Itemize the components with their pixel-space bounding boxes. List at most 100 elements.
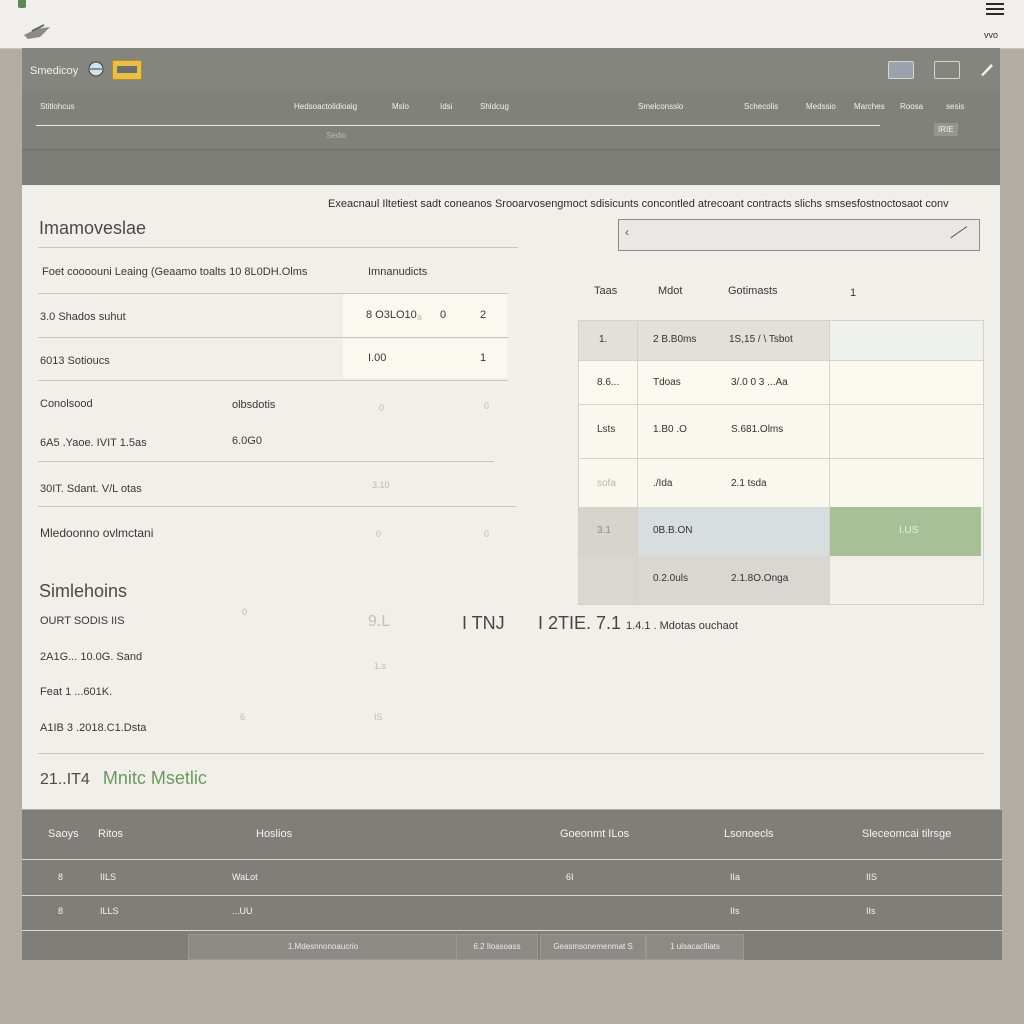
menu-icon[interactable] bbox=[986, 0, 1004, 18]
footer-header[interactable]: Hoslios bbox=[256, 828, 292, 840]
divider bbox=[36, 125, 880, 126]
row-value: 1.s bbox=[374, 661, 387, 671]
edit-icon[interactable] bbox=[978, 60, 996, 83]
grid-cell[interactable]: 1. bbox=[599, 334, 607, 345]
row-value: 9.L bbox=[368, 613, 391, 630]
metric-value: 21..IT4 bbox=[40, 771, 90, 788]
divider bbox=[38, 380, 508, 381]
column-header[interactable]: Roosa bbox=[900, 102, 923, 111]
window-tag: vvo bbox=[984, 30, 999, 40]
column-header[interactable]: Stitlohcus bbox=[40, 102, 75, 111]
footer-cell[interactable]: ILLS bbox=[100, 906, 119, 916]
divider bbox=[38, 461, 494, 462]
grid-cell[interactable]: 3/.0 0 3 ...Aa bbox=[731, 377, 788, 388]
divider bbox=[38, 337, 508, 338]
column-header[interactable]: Schecolis bbox=[744, 102, 778, 111]
row-value: olbsdotis bbox=[232, 399, 276, 411]
row-label: A1IB 3 .2018.C1.Dsta bbox=[40, 722, 147, 734]
row-label: 30IT. Sdant. V/L otas bbox=[40, 483, 142, 495]
footer-cell[interactable]: 6I bbox=[566, 872, 574, 882]
row-value: IS bbox=[374, 712, 383, 722]
divider bbox=[22, 859, 1002, 860]
divider bbox=[38, 753, 984, 754]
footer-header[interactable]: Lsonoecls bbox=[724, 828, 774, 840]
row-value: 8 O3LO10 bbox=[366, 309, 417, 321]
grid-cell[interactable]: 1S,15 / \ Tsbot bbox=[729, 334, 793, 345]
divider bbox=[38, 247, 518, 248]
grid-header[interactable]: Gotimasts bbox=[728, 285, 778, 297]
metric-label: Mnitc Msetlic bbox=[102, 768, 207, 788]
grid-cell[interactable]: 3.1 bbox=[597, 525, 611, 536]
globe-icon[interactable] bbox=[86, 60, 106, 83]
footer-cell[interactable]: IIs bbox=[866, 906, 876, 916]
chevron-left-icon: ‹ bbox=[625, 225, 629, 239]
toolbar: Smedicoy bbox=[22, 48, 1000, 93]
pager-button[interactable]: 6.2 Iloasoass bbox=[456, 934, 538, 960]
column-header[interactable]: sesis bbox=[946, 102, 964, 111]
window-icon[interactable] bbox=[888, 61, 914, 79]
row-value: 0 bbox=[376, 529, 382, 539]
column-header[interactable]: Marches bbox=[854, 102, 885, 111]
highlight-value: I.US bbox=[899, 525, 919, 536]
row-value: 0 bbox=[440, 309, 447, 321]
row-value: 1 bbox=[480, 352, 487, 364]
pager-button[interactable]: 1 ulsacaclliats bbox=[646, 934, 744, 960]
column-header[interactable]: Shldcug bbox=[480, 102, 509, 111]
footer-cell[interactable]: 8 bbox=[58, 872, 63, 882]
row-value: 6 bbox=[240, 712, 246, 722]
footer-cell[interactable]: 8 bbox=[58, 906, 63, 916]
footer-header[interactable]: Sleceomcai tilrsge bbox=[862, 828, 951, 840]
section-title: Imamoveslae bbox=[39, 218, 147, 238]
grid-cell[interactable]: S.681.Olms bbox=[731, 424, 783, 435]
footer-cell[interactable]: ...UU bbox=[232, 906, 253, 916]
pager-button[interactable]: 1.Mdesnnonoaucrio bbox=[188, 934, 458, 960]
divider bbox=[22, 895, 1002, 896]
column-header[interactable]: Medssio bbox=[806, 102, 836, 111]
footer-cell[interactable]: IIs bbox=[730, 906, 740, 916]
row-value: 2 bbox=[480, 309, 487, 321]
row-label: 3.0 Shados suhut bbox=[40, 311, 126, 323]
footer-header[interactable]: Goeonmt ILos bbox=[560, 828, 629, 840]
grid-cell[interactable]: ./Ida bbox=[653, 478, 672, 489]
grid-cell[interactable]: 2.1 tsda bbox=[731, 478, 767, 489]
filter-dropdown[interactable]: ‹ bbox=[618, 219, 980, 251]
grid-header[interactable]: Taas bbox=[594, 285, 617, 297]
bar-tag[interactable]: IRIE bbox=[934, 123, 958, 136]
data-grid: 1. 2 B.B0ms 1S,15 / \ Tsbot 8.6... Tdoas… bbox=[578, 320, 984, 605]
metric-summary: 21..IT4 Mnitc Msetlic bbox=[40, 768, 207, 789]
footer-table: Saoys Ritos Hoslios Goeonmt ILos Lsonoec… bbox=[22, 810, 1002, 960]
footer-cell[interactable]: IIS bbox=[866, 872, 877, 882]
section-subtitle: Imnanudicts bbox=[368, 266, 428, 278]
big-number: I 2TIE. 7.1 bbox=[538, 613, 622, 633]
grid-cell[interactable]: sofa bbox=[597, 478, 616, 489]
footer-cell[interactable]: IIa bbox=[730, 872, 740, 882]
section-title: Simlehoins bbox=[39, 581, 128, 601]
grid-cell[interactable]: 2 B.B0ms bbox=[653, 334, 696, 345]
row-label: OURT SODIS IIS bbox=[40, 615, 125, 627]
grid-header[interactable]: 1 bbox=[850, 287, 856, 299]
row-value: 6.0G0 bbox=[232, 435, 262, 447]
big-number: I TNJ bbox=[462, 613, 505, 633]
divider bbox=[22, 930, 1002, 931]
document-icon[interactable] bbox=[934, 61, 960, 79]
footer-cell[interactable]: IILS bbox=[100, 872, 116, 882]
grid-header[interactable]: Mdot bbox=[658, 285, 682, 297]
grid-cell[interactable]: 1.B0 .O bbox=[653, 424, 687, 435]
pager-button[interactable]: Geasmsonemenmat S bbox=[540, 934, 646, 960]
grid-cell[interactable]: 0B.B.ON bbox=[653, 525, 692, 536]
column-header[interactable]: Idsi bbox=[440, 102, 452, 111]
footer-cell[interactable]: WaLot bbox=[232, 872, 258, 882]
column-header[interactable]: Smelconsslo bbox=[638, 102, 683, 111]
column-header[interactable]: Hedsoactolidioalg bbox=[294, 102, 357, 111]
grid-cell[interactable]: 0.2.0uls bbox=[653, 573, 688, 584]
grid-cell[interactable]: 2.1.8O.Onga bbox=[731, 573, 788, 584]
row-value: I.00 bbox=[368, 352, 387, 364]
footer-header[interactable]: Saoys bbox=[48, 828, 79, 840]
folder-icon[interactable] bbox=[112, 60, 142, 80]
column-header[interactable]: Mslo bbox=[392, 102, 409, 111]
pen-icon bbox=[950, 226, 968, 239]
grid-cell[interactable]: Tdoas bbox=[653, 377, 681, 388]
grid-cell[interactable]: 8.6... bbox=[597, 377, 619, 388]
footer-header[interactable]: Ritos bbox=[98, 828, 123, 840]
grid-cell[interactable]: Lsts bbox=[597, 424, 615, 435]
